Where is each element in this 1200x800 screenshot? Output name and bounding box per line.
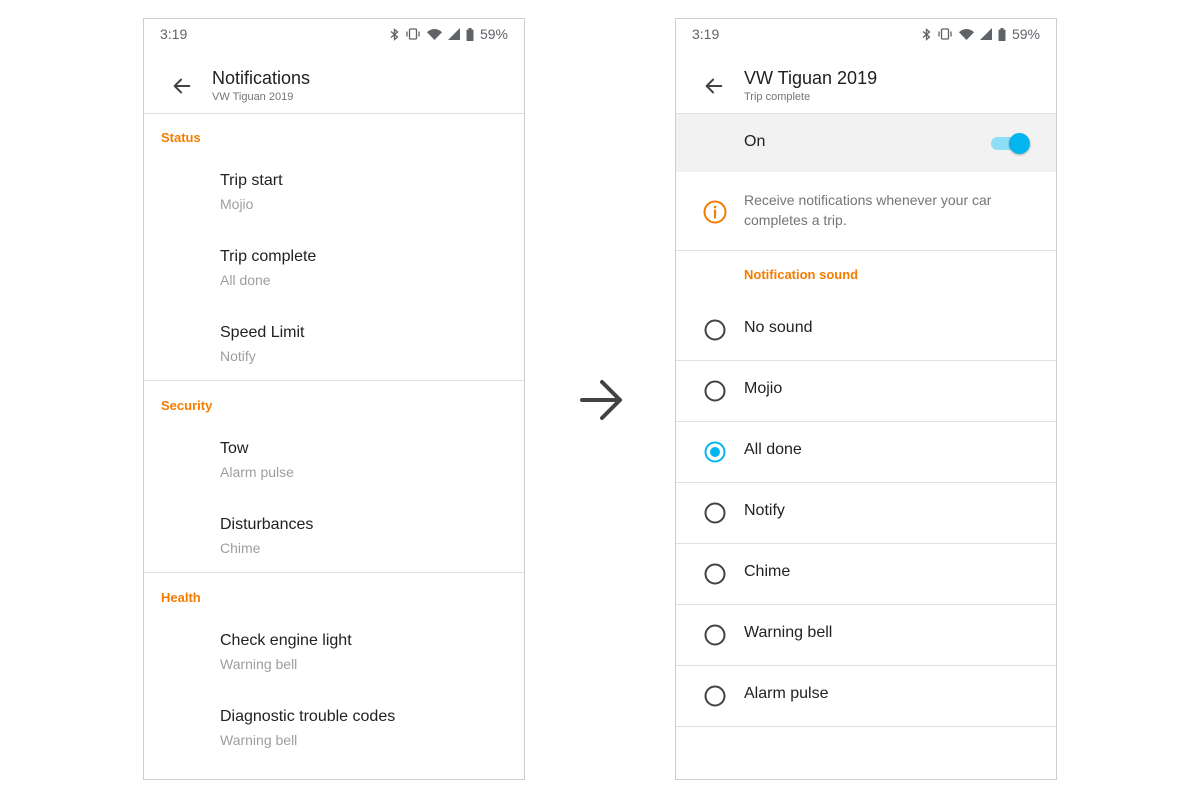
wifi-icon xyxy=(958,28,974,40)
status-time: 3:19 xyxy=(692,26,720,42)
notification-sound-header: Notification sound xyxy=(744,267,859,282)
toggle-thumb xyxy=(1009,133,1030,154)
notification-item-trip-complete[interactable]: Trip complete All done xyxy=(220,248,316,288)
item-title: Trip start xyxy=(220,172,283,189)
item-subtitle: Chime xyxy=(220,540,261,556)
radio-unchecked-icon[interactable] xyxy=(704,319,726,341)
status-icons: 59% xyxy=(390,26,508,42)
arrow-left-icon[interactable] xyxy=(703,75,725,97)
app-bar: VW Tiguan 2019 Trip complete xyxy=(676,59,1056,114)
info-circle-icon xyxy=(703,200,727,224)
sound-option-label: Notify xyxy=(744,502,785,519)
status-icons: 59% xyxy=(922,26,1040,42)
notifications-screen: 3:19 59% Notifications VW Tiguan 2019 St… xyxy=(143,18,525,780)
item-subtitle: All done xyxy=(220,272,271,288)
item-title: Trip complete xyxy=(220,248,317,265)
item-title: Diagnostic trouble codes xyxy=(220,708,396,725)
item-title: Speed Limit xyxy=(220,324,305,341)
sound-option-label: All done xyxy=(744,441,802,458)
radio-unchecked-icon[interactable] xyxy=(704,624,726,646)
page-title: VW Tiguan 2019 xyxy=(744,68,878,88)
status-bar: 3:19 59% xyxy=(144,19,524,49)
section-header-security: Security xyxy=(161,398,213,413)
sound-option-label: Warning bell xyxy=(744,624,833,641)
notification-item-tow[interactable]: Tow Alarm pulse xyxy=(220,440,294,480)
radio-unchecked-icon[interactable] xyxy=(704,563,726,585)
notification-detail-screen: 3:19 59% VW Tiguan 2019 Trip complete On… xyxy=(675,18,1057,780)
item-subtitle: Alarm pulse xyxy=(220,464,294,480)
sound-option-row[interactable]: Alarm pulse xyxy=(676,666,1056,727)
sound-option-label: Chime xyxy=(744,563,791,580)
sound-option-label: Mojio xyxy=(744,380,783,397)
notification-item-speed-limit[interactable]: Speed Limit Notify xyxy=(220,324,305,364)
radio-unchecked-icon[interactable] xyxy=(704,380,726,402)
bluetooth-icon xyxy=(390,27,399,41)
section-header-status: Status xyxy=(161,130,201,145)
item-subtitle: Warning bell xyxy=(220,732,298,748)
page-subtitle: Trip complete xyxy=(744,91,811,103)
vibrate-icon xyxy=(938,28,952,40)
section-divider xyxy=(144,572,524,573)
section-divider xyxy=(676,250,1056,251)
enable-toggle[interactable] xyxy=(989,132,1030,154)
arrow-right-icon xyxy=(580,380,622,420)
page-title: Notifications xyxy=(212,68,311,88)
sound-option-label: No sound xyxy=(744,319,813,336)
signal-icon xyxy=(447,28,460,40)
toggle-label: On xyxy=(744,133,766,150)
radio-checked-icon[interactable] xyxy=(704,441,726,463)
battery-percent: 59% xyxy=(1011,26,1040,42)
notification-item-check-engine-light[interactable]: Check engine light Warning bell xyxy=(220,632,352,672)
info-description: Receive notifications whenever your car … xyxy=(744,192,992,228)
page-subtitle: VW Tiguan 2019 xyxy=(212,91,294,103)
item-title: Check engine light xyxy=(220,632,352,649)
item-subtitle: Warning bell xyxy=(220,656,298,672)
battery-icon xyxy=(466,27,474,41)
wifi-icon xyxy=(426,28,442,40)
sound-option-row[interactable]: Chime xyxy=(676,544,1056,605)
sound-option-row[interactable]: Notify xyxy=(676,483,1056,544)
radio-unchecked-icon[interactable] xyxy=(704,502,726,524)
item-subtitle: Notify xyxy=(220,348,256,364)
section-header-health: Health xyxy=(161,590,201,605)
section-divider xyxy=(144,380,524,381)
bluetooth-icon xyxy=(922,27,931,41)
notification-item-diagnostic-trouble-codes[interactable]: Diagnostic trouble codes Warning bell xyxy=(220,708,395,748)
sound-option-row[interactable]: No sound xyxy=(676,300,1056,361)
status-time: 3:19 xyxy=(160,26,188,42)
radio-unchecked-icon[interactable] xyxy=(704,685,726,707)
sound-option-row[interactable]: Warning bell xyxy=(676,605,1056,666)
item-title: Disturbances xyxy=(220,516,314,533)
battery-percent: 59% xyxy=(479,26,508,42)
notification-item-disturbances[interactable]: Disturbances Chime xyxy=(220,516,313,556)
arrow-left-icon[interactable] xyxy=(171,75,193,97)
item-subtitle: Mojio xyxy=(220,196,254,212)
app-bar: Notifications VW Tiguan 2019 xyxy=(144,59,524,114)
sound-option-row[interactable]: Mojio xyxy=(676,361,1056,422)
vibrate-icon xyxy=(406,28,420,40)
sound-option-row[interactable]: All done xyxy=(676,422,1056,483)
battery-icon xyxy=(998,27,1006,41)
sound-option-label: Alarm pulse xyxy=(744,685,829,702)
signal-icon xyxy=(979,28,992,40)
item-title: Tow xyxy=(220,440,249,457)
status-bar: 3:19 59% xyxy=(676,19,1056,49)
notification-item-trip-start[interactable]: Trip start Mojio xyxy=(220,172,283,212)
enable-toggle-row[interactable]: On xyxy=(676,114,1056,172)
